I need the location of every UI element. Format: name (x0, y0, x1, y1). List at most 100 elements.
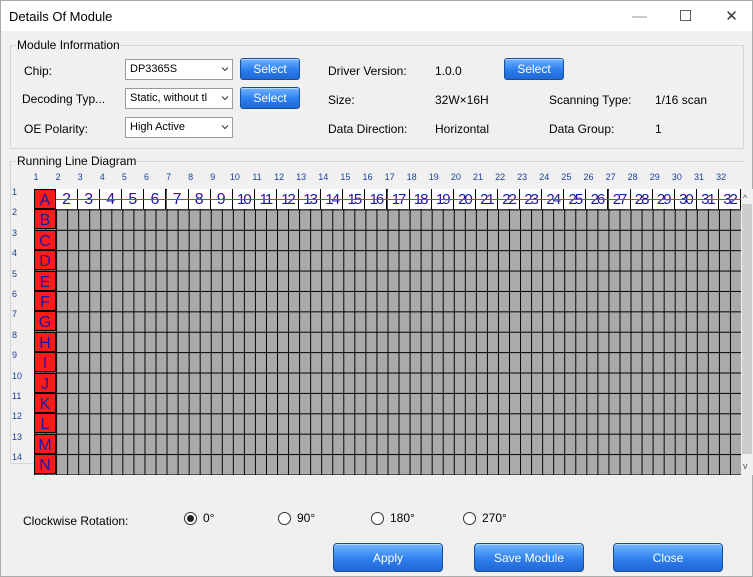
row-number: 13 (12, 431, 23, 442)
row-number: 8 (12, 329, 18, 340)
scroll-up-icon[interactable]: ^ (743, 193, 747, 203)
row-letter-cell: J (34, 372, 56, 393)
data-group-value: 1 (655, 122, 662, 136)
row-letter-cell: E (34, 270, 56, 291)
driver-version-select-button[interactable]: Select (504, 58, 564, 80)
rotation-option-270[interactable]: 270° (463, 511, 507, 525)
close-window-button[interactable]: ✕ (709, 1, 753, 31)
grid-lines (34, 189, 741, 475)
row-letter-cell: A (34, 189, 56, 209)
decoding-type-label: Decoding Typ... (22, 92, 106, 106)
row-letter-cell: F (34, 291, 56, 311)
row-letter-cell: L (34, 413, 56, 434)
chip-value: DP3365S (130, 63, 178, 75)
column-number: 4 (99, 172, 105, 182)
radio-unselected-icon (278, 511, 291, 525)
column-number: 26 (583, 172, 594, 182)
minimize-button[interactable]: — (617, 1, 662, 31)
decoding-type-value: Static, without tl (130, 92, 208, 104)
size-value: 32W×16H (435, 93, 489, 107)
column-number: 27 (605, 172, 616, 182)
row-number: 5 (12, 268, 18, 279)
column-number: 30 (671, 172, 682, 182)
column-number: 19 (428, 172, 439, 182)
scanning-type-label: Scanning Type: (549, 93, 632, 107)
column-number: 22 (495, 172, 506, 182)
column-number: 28 (627, 172, 638, 182)
rotation-option-180[interactable]: 180° (371, 511, 415, 525)
save-module-button[interactable]: Save Module (474, 543, 584, 572)
details-of-module-window: Details Of Module — ☐ ✕ Module Informati… (0, 0, 753, 577)
column-number: 32 (716, 172, 727, 182)
size-label: Size: (328, 93, 355, 107)
oe-polarity-label: OE Polarity: (24, 122, 89, 136)
chip-label: Chip: (24, 64, 53, 78)
chip-select[interactable]: DP3365S (125, 59, 233, 80)
scroll-down-icon[interactable]: v (743, 461, 748, 471)
column-number: 5 (121, 172, 127, 182)
column-number: 18 (406, 172, 417, 182)
rotation-option-label: 180° (390, 511, 415, 525)
scrollbar-thumb[interactable] (742, 204, 752, 454)
radio-selected-icon (184, 511, 197, 525)
column-number: 16 (362, 172, 373, 182)
close-button[interactable]: Close (613, 543, 723, 572)
window-title: Details Of Module (9, 9, 113, 24)
row-letter-cell: H (34, 331, 56, 352)
oe-polarity-select[interactable]: High Active (125, 117, 233, 138)
rotation-option-label: 270° (482, 511, 507, 525)
column-number: 10 (229, 172, 240, 182)
radio-unselected-icon (371, 511, 384, 525)
column-number: 31 (693, 172, 704, 182)
clockwise-rotation-label: Clockwise Rotation: (23, 514, 129, 528)
row-letter-cell: C (34, 229, 56, 250)
rotation-option-90[interactable]: 90° (278, 511, 315, 525)
row-number: 6 (12, 289, 18, 299)
title-bar: Details Of Module — ☐ ✕ (1, 1, 752, 31)
column-number: 24 (539, 172, 550, 182)
chevron-down-icon (221, 96, 229, 101)
column-number: 21 (472, 172, 483, 182)
rotation-option-0[interactable]: 0° (184, 511, 214, 525)
maximize-button[interactable]: ☐ (663, 1, 708, 31)
scanning-type-value: 1/16 scan (655, 93, 708, 107)
row-letter-cell: G (34, 311, 56, 332)
apply-button[interactable]: Apply (333, 543, 443, 572)
column-number: 2 (55, 172, 61, 182)
row-letter-cell: B (34, 209, 56, 230)
chevron-down-icon (221, 67, 229, 72)
row-number: 4 (12, 248, 18, 259)
decoding-type-select[interactable]: Static, without tl (125, 88, 233, 109)
column-number: 11 (252, 172, 262, 182)
row-number: 12 (12, 411, 23, 422)
column-number: 23 (517, 172, 528, 182)
driver-version-label: Driver Version: (328, 64, 407, 78)
column-number: 8 (188, 172, 194, 182)
row-number: 7 (12, 309, 18, 320)
data-group-label: Data Group: (549, 122, 615, 136)
row-number: 3 (12, 227, 18, 238)
column-number: 20 (450, 172, 461, 182)
row-number: 2 (12, 207, 18, 218)
chip-select-button[interactable]: Select (240, 58, 300, 80)
column-number: 17 (384, 172, 395, 182)
row-number: 10 (12, 370, 23, 381)
column-number: 29 (649, 172, 660, 182)
column-number: 1 (33, 172, 39, 182)
module-information-legend: Module Information (16, 38, 121, 52)
oe-polarity-value: High Active (130, 121, 186, 133)
column-number: 7 (166, 172, 172, 182)
row-letter-cell: K (34, 393, 56, 413)
column-number: 25 (561, 172, 572, 182)
column-number: 15 (340, 172, 351, 182)
rotation-option-label: 0° (203, 511, 215, 525)
running-line-grid[interactable]: 2345678910111213141516171819202122232425… (34, 189, 741, 475)
row-number: 1 (12, 187, 18, 197)
data-direction-value: Horizontal (435, 122, 490, 136)
column-number: 6 (143, 172, 149, 182)
rotation-option-label: 90° (297, 511, 316, 525)
column-number: 3 (77, 172, 83, 182)
row-letter-cell: D (34, 250, 56, 271)
row-letter-cell: M (34, 433, 56, 454)
decoding-type-select-button[interactable]: Select (240, 87, 300, 109)
